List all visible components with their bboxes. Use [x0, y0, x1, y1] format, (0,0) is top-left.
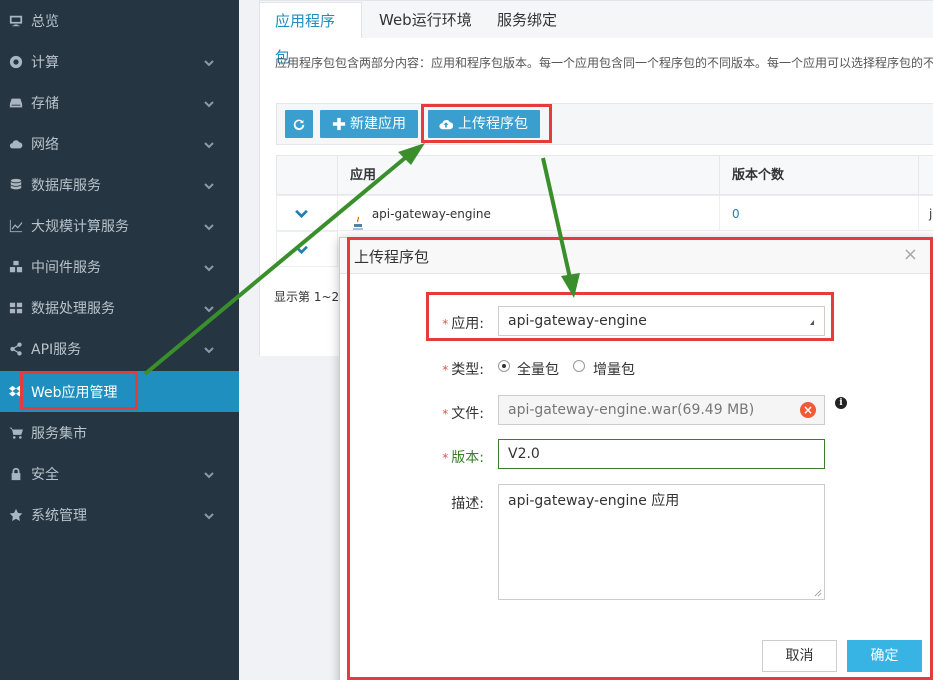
- chart-icon: [9, 219, 23, 233]
- sidebar-item-network[interactable]: 网络: [0, 123, 239, 164]
- expand-toggle-2[interactable]: [276, 231, 338, 267]
- sidebar-item-storage[interactable]: 存储: [0, 82, 239, 123]
- new-app-label: 新建应用: [350, 116, 406, 132]
- chevron-down-icon: [204, 97, 214, 108]
- cloud-icon: [9, 137, 23, 151]
- sidebar-item-label: API服务: [31, 341, 82, 358]
- sidebar-item-dataprocessing[interactable]: 数据处理服务: [0, 287, 239, 328]
- sidebar-item-label: 大规模计算服务: [31, 218, 129, 235]
- sidebar-item-label: 存储: [31, 95, 59, 112]
- chevron-down-icon: [204, 261, 214, 272]
- sidebar-item-compute[interactable]: 计算: [0, 41, 239, 82]
- lock-icon: [9, 467, 23, 481]
- sidebar-item-label: 总览: [31, 13, 59, 30]
- cart-icon: [9, 426, 23, 440]
- sidebar-item-api[interactable]: API服务: [0, 328, 239, 369]
- share-icon: [9, 341, 23, 356]
- new-app-button[interactable]: 新建应用: [320, 110, 418, 138]
- sidebar-item-label: 数据库服务: [31, 177, 101, 194]
- chevron-down-icon: [204, 220, 214, 231]
- page-description: 应用程序包包含两部分内容：应用和程序包版本。每一个应用包含同一个程序包的不同版本…: [275, 56, 933, 70]
- chevron-down-icon: [204, 56, 214, 67]
- app-name-cell: api-gateway-engine: [371, 207, 491, 221]
- sidebar-item-label: 计算: [31, 54, 59, 71]
- tab-packages[interactable]: 应用程序包: [259, 2, 362, 66]
- chevron-down-icon: [204, 302, 214, 313]
- table-header-extra: [918, 155, 933, 195]
- sidebar: 总览 计算 存储 网络 数据库服务 大规模计算服务 中间件服务 数据处理服务 A…: [0, 0, 239, 680]
- java-icon: [352, 208, 364, 229]
- highlight-dialog: [347, 237, 933, 680]
- plus-icon: [332, 117, 346, 131]
- sidebar-item-market[interactable]: 服务集市: [0, 412, 239, 453]
- table-header-versions: 版本个数: [719, 155, 919, 195]
- grid-icon: [9, 301, 23, 315]
- version-count-cell: 0: [719, 195, 919, 231]
- tab-service-binding[interactable]: 服务绑定: [482, 2, 572, 38]
- highlight-webapp: [20, 371, 138, 410]
- sidebar-item-system[interactable]: 系统管理: [0, 494, 239, 535]
- sidebar-item-security[interactable]: 安全: [0, 453, 239, 494]
- extra-cell: j: [918, 195, 933, 231]
- sidebar-item-bigcompute[interactable]: 大规模计算服务: [0, 205, 239, 246]
- sidebar-item-overview[interactable]: 总览: [0, 0, 239, 41]
- expand-toggle[interactable]: [276, 195, 338, 231]
- sidebar-item-label: 服务集市: [31, 425, 87, 442]
- sidebar-item-label: 网络: [31, 136, 59, 153]
- chevron-down-icon: [204, 468, 214, 479]
- chevron-down-icon: [204, 509, 214, 520]
- sidebar-item-label: 安全: [31, 466, 59, 483]
- table-row[interactable]: api-gateway-engine: [337, 195, 720, 231]
- cubes-icon: [9, 260, 23, 274]
- sidebar-item-label: 中间件服务: [31, 259, 101, 276]
- chevron-down-icon: [295, 209, 308, 218]
- sidebar-item-database[interactable]: 数据库服务: [0, 164, 239, 205]
- chevron-down-icon: [204, 138, 214, 149]
- chevron-down-icon: [204, 179, 214, 190]
- compute-icon: [9, 55, 23, 69]
- sidebar-item-label: 数据处理服务: [31, 300, 115, 317]
- monitor-icon: [9, 14, 23, 28]
- table-header-app: 应用: [337, 155, 720, 195]
- highlight-upload-button: [421, 104, 552, 143]
- database-icon: [9, 178, 23, 192]
- chevron-down-icon: [295, 245, 308, 254]
- sidebar-item-label: 系统管理: [31, 507, 87, 524]
- storage-icon: [9, 96, 23, 110]
- refresh-icon: [293, 119, 305, 131]
- refresh-button[interactable]: [285, 110, 313, 138]
- tab-web-runtime[interactable]: Web运行环境: [364, 2, 487, 38]
- table-footer: 显示第 1~2: [274, 290, 340, 304]
- table-header-expand: [276, 155, 338, 195]
- sidebar-item-middleware[interactable]: 中间件服务: [0, 246, 239, 287]
- chevron-down-icon: [204, 343, 214, 354]
- star-icon: [9, 508, 23, 522]
